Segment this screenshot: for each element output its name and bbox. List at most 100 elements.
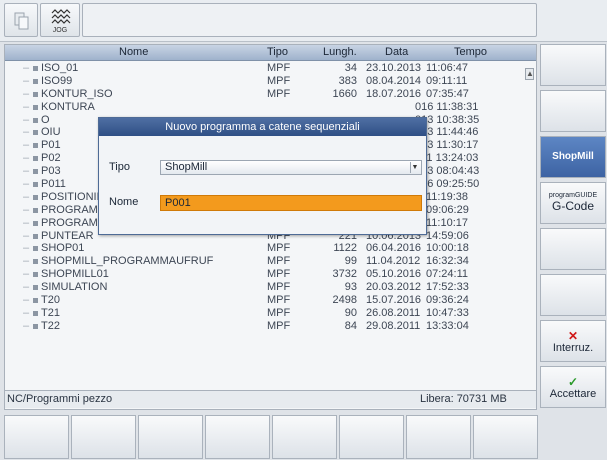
program-length: 383 (338, 74, 357, 87)
header-time[interactable]: Tempo (454, 46, 487, 58)
free-space: Libera: 70731 MB (420, 393, 507, 405)
jog-label: JOG (52, 27, 68, 34)
cancel-softkey[interactable]: ✕ Interruz. (540, 320, 606, 362)
program-file-icon (33, 130, 38, 136)
table-row[interactable]: – ISO99 MPF 383 08.04.2014 09:11:11 (5, 75, 525, 88)
program-file-icon (33, 182, 38, 188)
program-date: 05.10.2016 (366, 268, 422, 281)
program-name: SHOPMILL01 (41, 268, 109, 281)
table-row[interactable]: – SHOPMILL01 MPF 3732 05.10.2016 07:24:11 (5, 268, 525, 281)
type-select[interactable]: ShopMill ▼ (160, 160, 422, 175)
program-file-icon (33, 310, 38, 316)
table-row[interactable]: – KONTURA 016 11:38:31 (5, 101, 525, 114)
program-length: 3732 (332, 268, 357, 281)
current-path: NC/Programmi pezzo (7, 393, 113, 405)
program-name: P01 (41, 139, 61, 152)
softkey-h2[interactable] (71, 415, 136, 459)
table-row[interactable]: – T21 MPF 90 26.08.2011 10:47:33 (5, 307, 525, 320)
program-file-icon (33, 298, 38, 304)
type-select-value: ShopMill (165, 161, 208, 173)
tree-line-icon: – (23, 319, 30, 332)
name-input[interactable]: P001 (160, 195, 422, 211)
softkey-h5[interactable] (272, 415, 337, 459)
tree-line-icon: – (23, 190, 30, 203)
program-name: SIMULATION (41, 281, 108, 294)
table-row[interactable]: – T22 MPF 84 29.08.2011 13:33:04 (5, 320, 525, 333)
header-date[interactable]: Data (385, 46, 408, 58)
program-file-icon (33, 143, 38, 149)
program-date: 11.04.2012 (366, 255, 421, 268)
tree-line-icon: – (23, 152, 30, 165)
jog-mode-button[interactable]: JOG (40, 3, 80, 37)
program-type: MPF (267, 294, 291, 307)
program-type: MPF (267, 242, 291, 255)
program-manager-button[interactable] (4, 3, 38, 37)
program-date: 18.07.2016 (366, 87, 422, 100)
program-date: 15.07.2016 (366, 294, 422, 307)
softkey-h4[interactable] (205, 415, 270, 459)
program-file-icon (33, 220, 38, 226)
tree-line-icon: – (23, 126, 30, 139)
table-row[interactable]: – SHOP01 MPF 1122 06.04.2016 10:00:18 (5, 242, 525, 255)
program-time: 09:36:24 (426, 294, 469, 307)
softkey-v1[interactable] (540, 44, 606, 86)
gcode-label: G-Code (551, 199, 595, 213)
status-bar: NC/Programmi pezzo Libera: 70731 MB (5, 390, 536, 408)
programguide-gcode-softkey[interactable]: programGUIDE G-Code (540, 182, 606, 224)
header-name[interactable]: Nome (119, 46, 148, 58)
dropdown-arrow-icon[interactable]: ▼ (410, 162, 419, 173)
tree-line-icon: – (23, 203, 30, 216)
program-date: 20.03.2012 (366, 281, 422, 294)
program-name: P03 (41, 165, 61, 178)
program-length: 84 (344, 319, 357, 332)
program-type: MPF (267, 255, 291, 268)
program-time: 11:10:17 (426, 216, 469, 229)
header-type[interactable]: Tipo (267, 46, 288, 58)
program-date: 08.04.2014 (366, 74, 422, 87)
scroll-up-icon[interactable]: ▲ (525, 68, 534, 80)
program-length: 1660 (332, 87, 357, 100)
table-row[interactable]: – KONTUR_ISO MPF 1660 18.07.2016 07:35:47 (5, 88, 525, 101)
softkey-v5[interactable] (540, 228, 606, 270)
table-row[interactable]: – SIMULATION MPF 93 20.03.2012 17:52:33 (5, 281, 525, 294)
program-name: PUNTEAR (41, 229, 94, 242)
program-time: 10:47:33 (426, 306, 469, 319)
softkey-h8[interactable] (473, 415, 538, 459)
softkey-h1[interactable] (4, 415, 69, 459)
program-name: ISO_01 (41, 62, 79, 74)
accept-check-icon: ✓ (567, 375, 579, 389)
tree-line-icon: – (23, 139, 30, 152)
table-row[interactable]: – ISO_01 MPF 34 23.10.2013 11:06:47 (5, 62, 525, 75)
tree-line-icon: – (23, 216, 30, 229)
accept-softkey[interactable]: ✓ Accettare (540, 366, 606, 408)
program-file-icon (33, 207, 38, 213)
softkey-v2[interactable] (540, 90, 606, 132)
tree-line-icon: – (23, 306, 30, 319)
table-row[interactable]: – SHOPMILL_PROGRAMMAUFRUF MPF 99 11.04.2012 1… (5, 255, 525, 268)
shopmill-softkey[interactable]: ShopMill (540, 136, 606, 178)
name-input-value: P001 (165, 197, 191, 209)
shopmill-label: ShopMill (552, 151, 594, 162)
program-time: 09:11:11 (426, 74, 468, 87)
program-time: 11:06:47 (426, 62, 469, 74)
tree-line-icon: – (23, 87, 30, 100)
softkey-h7[interactable] (406, 415, 471, 459)
softkey-h3[interactable] (138, 415, 203, 459)
program-name: T22 (41, 319, 60, 332)
program-name: OIU (41, 126, 61, 139)
table-row[interactable]: – T20 MPF 2498 15.07.2016 09:36:24 (5, 294, 525, 307)
program-time: 10:00:18 (426, 242, 469, 255)
program-name: KONTURA (41, 100, 95, 113)
program-file-icon (33, 233, 38, 239)
program-name: KONTUR_ISO (41, 87, 113, 100)
tree-line-icon: – (23, 281, 30, 294)
tree-line-icon: – (23, 229, 30, 242)
dialog-body: Tipo ShopMill ▼ Nome P001 (99, 136, 426, 234)
program-length: 93 (344, 281, 357, 294)
program-type: MPF (267, 74, 291, 87)
header-length[interactable]: Lungh. (323, 46, 357, 58)
softkey-v6[interactable] (540, 274, 606, 316)
tree-line-icon: – (23, 294, 30, 307)
program-time: 11:19:38 (426, 190, 469, 203)
softkey-h6[interactable] (339, 415, 404, 459)
